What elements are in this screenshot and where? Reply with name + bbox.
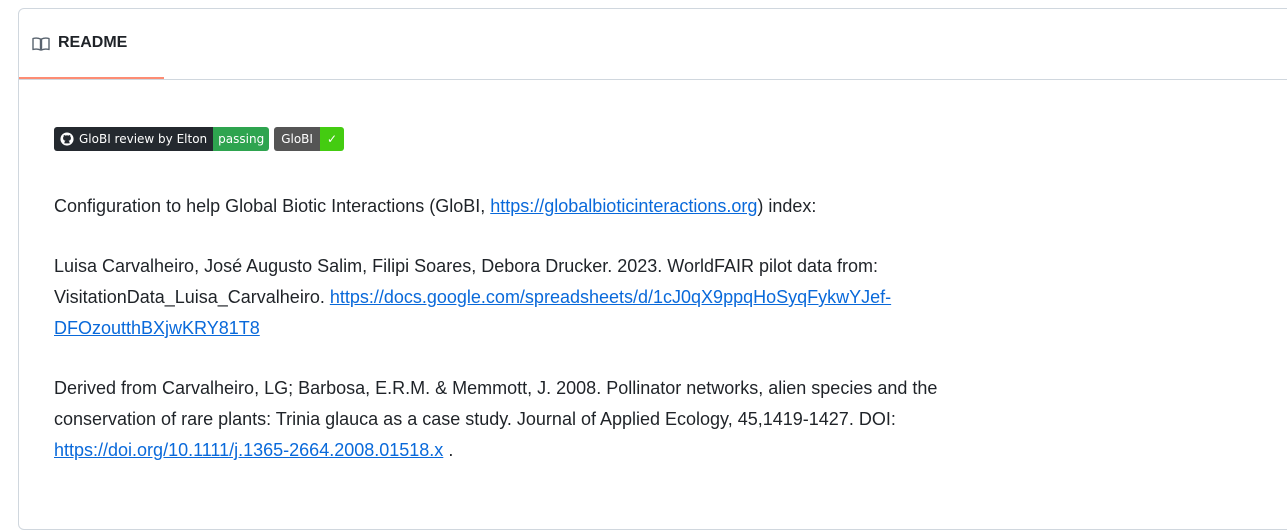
derived-paragraph: Derived from Carvalheiro, LG; Barbosa, E… (54, 373, 1254, 466)
readme-tabbar: README (19, 9, 1287, 80)
derived-line2: conservation of rare plants: Trinia glau… (54, 409, 896, 429)
citation-line1: Luisa Carvalheiro, José Augusto Salim, F… (54, 256, 879, 276)
spreadsheet-link-part2: DFOzoutthBXjwKRY81T8 (54, 318, 260, 338)
citation-line2: VisitationData_Luisa_Carvalheiro. (54, 287, 330, 307)
book-icon (32, 37, 50, 51)
spreadsheet-link-part1: https://docs.google.com/spreadsheets/d/1… (329, 287, 892, 307)
derived-line1: Derived from Carvalheiro, LG; Barbosa, E… (54, 378, 938, 398)
globi-link[interactable]: https://globalbioticinteractions.org (490, 196, 757, 216)
readme-panel: README GloBI review by Elton passing Glo… (18, 8, 1287, 530)
intro-text-end: ) index: (757, 196, 817, 216)
tab-readme[interactable]: README (19, 9, 164, 79)
intro-text: Configuration to help Global Biotic Inte… (54, 196, 491, 216)
badge-left-text: GloBI (274, 127, 320, 151)
badge-left-text: GloBI review by Elton (79, 132, 208, 146)
tab-readme-label: README (58, 34, 128, 51)
check-icon: ✓ (319, 127, 345, 151)
github-icon (60, 132, 74, 146)
globi-badge[interactable]: GloBI ✓ (274, 127, 345, 151)
elton-review-badge[interactable]: GloBI review by Elton passing (54, 127, 270, 151)
derived-end: . (443, 440, 454, 460)
badge-status: passing (213, 127, 270, 151)
intro-paragraph: Configuration to help Global Biotic Inte… (54, 191, 1254, 222)
doi-link[interactable]: https://doi.org/10.1111/j.1365-2664.2008… (54, 440, 443, 460)
badge-row: GloBI review by Elton passing GloBI ✓ (54, 127, 345, 151)
citation-paragraph: Luisa Carvalheiro, José Augusto Salim, F… (54, 251, 1254, 344)
